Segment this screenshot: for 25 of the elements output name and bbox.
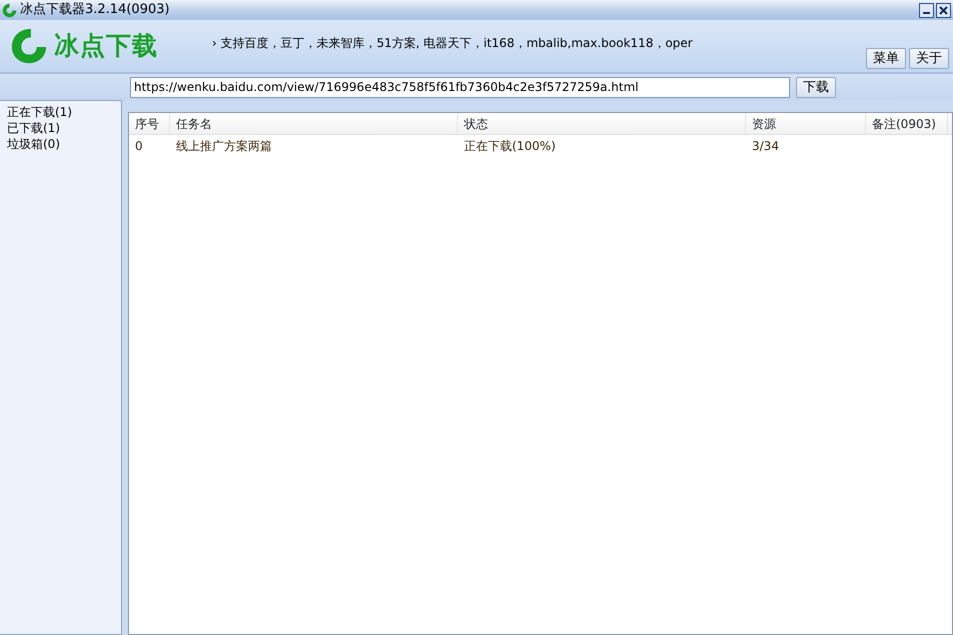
sidebar-item[interactable]: 正在下载(1) [7,104,114,120]
app-logo-icon [2,2,17,18]
table-cell-text: 线上推广方案两篇 [175,138,273,155]
table-cell-text: 正在下载(100%) [463,138,557,155]
close-button[interactable] [936,2,951,18]
logo-icon [10,27,48,65]
notice-text: › 支持百度，豆丁，未来智库，51方案, 电器天下，it168，mbalib,max.book118，oper [212,35,693,52]
column-header[interactable]: 序号 [129,113,170,134]
minimize-button[interactable] [919,2,934,18]
close-icon [939,6,948,14]
logo-text: 冰点下载 [54,30,158,62]
window-title: 冰点下载器3.2.14(0903) [20,1,170,20]
sidebar-item[interactable]: 垃圾箱(0) [7,136,114,152]
column-header[interactable]: 资源 [746,113,866,134]
table-cell-text: 3/34 [751,138,780,155]
column-header[interactable]: 状态 [458,113,746,134]
table-cell-text: 0 [134,138,144,155]
column-header[interactable]: 任务名 [170,113,458,134]
column-header[interactable]: 备注(0903) [866,113,948,134]
menu-button[interactable]: 菜单 [866,48,906,69]
url-field[interactable]: https://wenku.baidu.com/view/716996e483c758f5f61fb7360b4c2e3f5727259a.html [130,76,790,98]
download-button[interactable]: 下载 [796,76,836,98]
menu-button[interactable]: 关于 [909,48,949,69]
minimize-icon [923,12,930,14]
sidebar-item[interactable]: 已下载(1) [7,120,114,136]
